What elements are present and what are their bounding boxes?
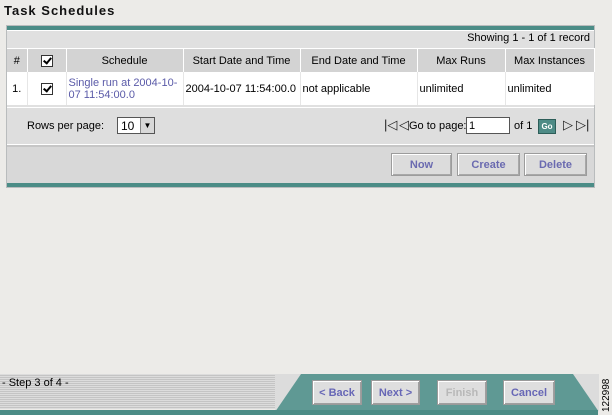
go-button[interactable]: Go [538,119,556,134]
rows-per-page-label: Rows per page: [27,120,105,132]
step-indicator: - Step 3 of 4 - [2,377,69,389]
table-row: 1. Single run at 2004-10-07 11:54:00.0 2… [7,72,595,105]
table-header-row: # Schedule Start Date and Time End Date … [7,48,595,72]
select-all-checkbox[interactable] [27,48,67,72]
delete-button[interactable]: Delete [524,153,587,176]
max-runs-cell: unlimited [417,72,506,105]
bar-right-bevel [573,374,599,412]
rows-per-page-select[interactable]: 10 ▼ [117,117,155,134]
page-title: Task Schedules [4,3,116,18]
wizard-button-bar: < Back Next > Finish Cancel [275,374,599,412]
rows-per-page-value: 10 [121,119,135,133]
end-date-cell: not applicable [300,72,418,105]
next-button[interactable]: Next > [371,380,420,405]
finish-button[interactable]: Finish [437,380,487,405]
row-checkbox[interactable] [27,72,67,105]
figure-id-text: 122998 [601,378,612,412]
last-page-icon[interactable]: ▷| [576,118,589,132]
schedule-link[interactable]: Single run at 2004-10-07 11:54:00.0 [66,72,184,105]
create-button[interactable]: Create [457,153,520,176]
record-count: Showing 1 - 1 of 1 record [467,32,590,44]
chevron-down-icon[interactable]: ▼ [140,118,154,133]
action-bar: Now Create Delete [7,147,594,183]
column-header-max-runs[interactable]: Max Runs [417,48,506,72]
row-number: 1. [7,72,28,105]
go-to-page-label: Go to page: [409,120,467,132]
figure-id: 122998 [600,378,612,412]
page-count-label: of 1 [514,120,533,132]
column-header-max-instances[interactable]: Max Instances [505,48,595,72]
now-button[interactable]: Now [391,153,452,176]
back-button[interactable]: < Back [312,380,362,405]
panel-bottom-border [7,183,594,187]
checkbox-icon[interactable] [40,82,53,95]
main-area: Task Schedules Showing 1 - 1 of 1 record… [0,0,599,415]
column-header-end[interactable]: End Date and Time [300,48,418,72]
start-date-cell: 2004-10-07 11:54:00.0 [183,72,301,105]
checkbox-icon[interactable] [40,54,53,67]
cancel-button[interactable]: Cancel [503,380,555,405]
previous-page-icon[interactable]: ◁ [399,118,409,132]
go-to-page-input[interactable] [466,117,510,134]
bar-left-bevel [275,374,301,412]
schedules-table: # Schedule Start Date and Time End Date … [7,48,595,105]
column-header-number: # [7,48,28,72]
max-instances-cell: unlimited [505,72,595,105]
next-page-icon[interactable]: ▷ [563,118,573,132]
first-page-icon[interactable]: |◁ [384,118,397,132]
bottom-border [0,410,598,415]
panel-top-highlight [7,30,594,31]
column-header-start[interactable]: Start Date and Time [183,48,301,72]
schedules-panel: Showing 1 - 1 of 1 record # Schedule Sta… [6,25,595,188]
column-header-schedule[interactable]: Schedule [66,48,184,72]
pagination-bar: Rows per page: 10 ▼ |◁ ◁ Go to page: of … [7,107,594,144]
